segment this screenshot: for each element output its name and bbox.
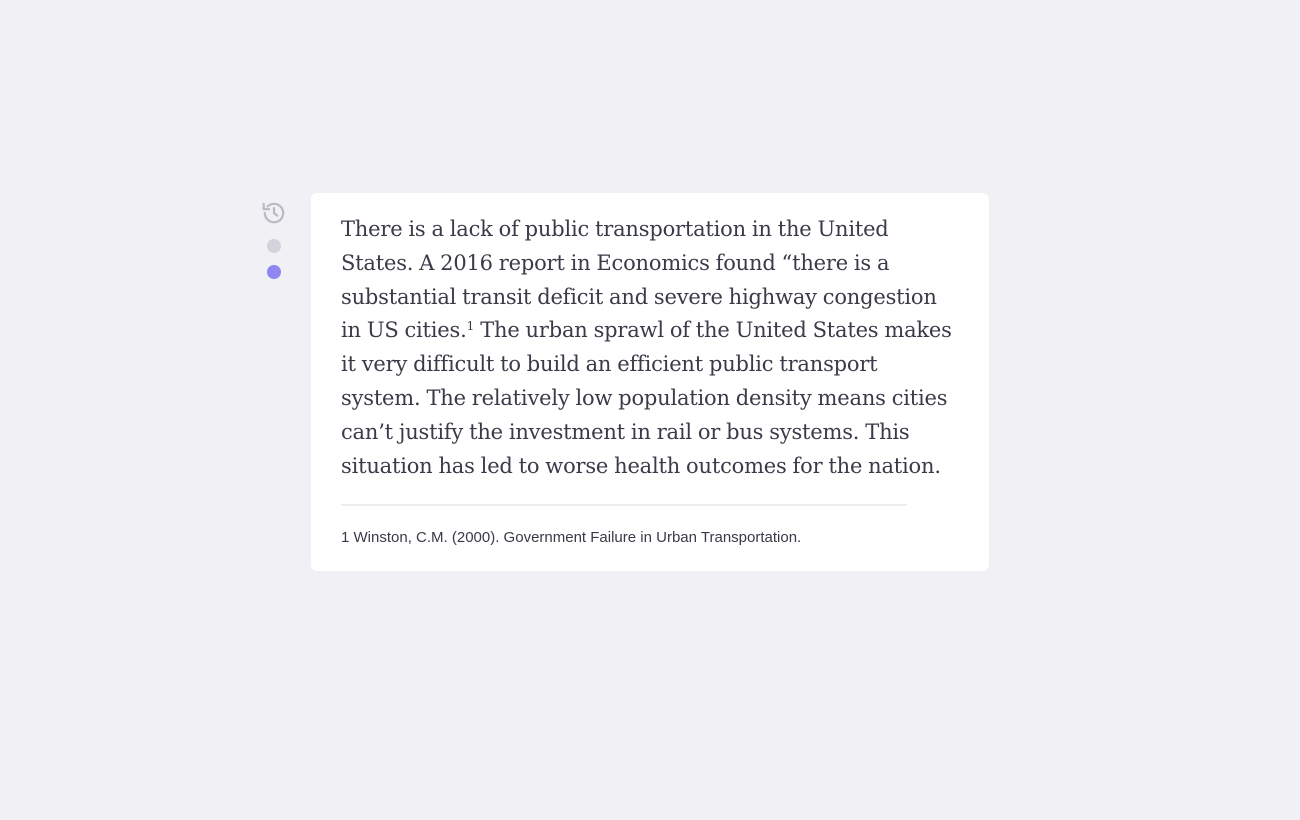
footnote-divider (341, 504, 907, 507)
footnote-number: 1 (341, 529, 350, 547)
document-card: There is a lack of public transportation… (311, 193, 989, 571)
revision-dot-active[interactable] (267, 265, 281, 279)
history-button[interactable] (260, 199, 288, 227)
body-paragraph: There is a lack of public transportation… (341, 213, 953, 483)
history-icon (262, 202, 285, 224)
footnote: 1 Winston, C.M. (2000). Government Failu… (341, 528, 959, 548)
footnote-text: Winston, C.M. (2000). Government Failure… (353, 529, 802, 547)
revision-dot-inactive[interactable] (267, 239, 281, 253)
